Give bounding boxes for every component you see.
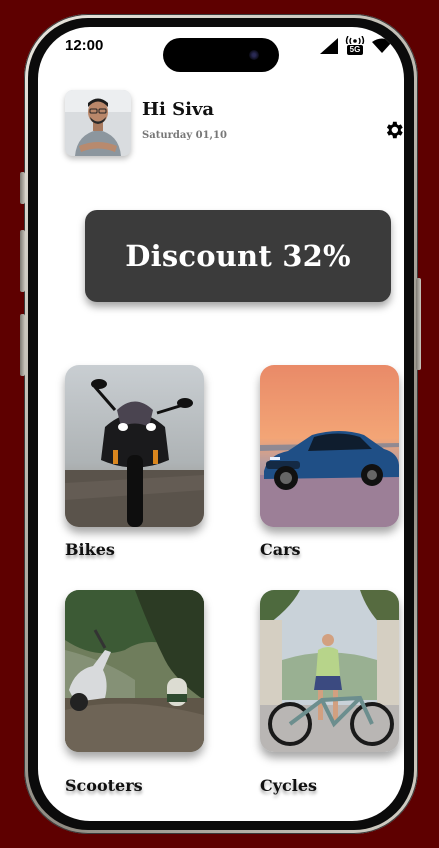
front-camera [249,50,259,60]
dynamic-island [163,38,279,72]
power-button [416,278,421,370]
avatar[interactable] [65,90,131,156]
category-card-cycles[interactable] [260,590,399,752]
volume-up-button [20,230,25,292]
profile-photo [65,90,131,156]
status-time: 12:00 [65,37,104,54]
5g-network-icon: 5G [345,36,365,55]
motorcycle-photo [65,365,204,527]
app-screen: 12:00 5G Hi Siva Saturday 01,10 Discount… [38,27,404,821]
blue-car-photo [260,365,399,527]
category-label-scooters: Scooters [65,776,143,795]
date-subtitle: Saturday 01,10 [142,130,227,141]
action-button [20,172,25,204]
wifi-icon [372,38,392,53]
cellular-signal-icon [320,37,338,54]
category-label-cars: Cars [260,540,301,559]
category-card-cars[interactable] [260,365,399,527]
category-label-cycles: Cycles [260,776,318,795]
status-icons: 5G [320,36,392,55]
greeting-title: Hi Siva [142,99,215,120]
broadcast-icon [345,36,365,44]
scooter-photo [65,590,204,752]
gear-icon[interactable] [383,119,404,141]
volume-down-button [20,314,25,376]
network-label: 5G [346,45,364,55]
bicycle-photo [260,590,399,752]
category-card-bikes[interactable] [65,365,204,527]
category-label-bikes: Bikes [65,540,115,559]
category-card-scooters[interactable] [65,590,204,752]
discount-banner[interactable]: Discount 32% [85,210,391,302]
